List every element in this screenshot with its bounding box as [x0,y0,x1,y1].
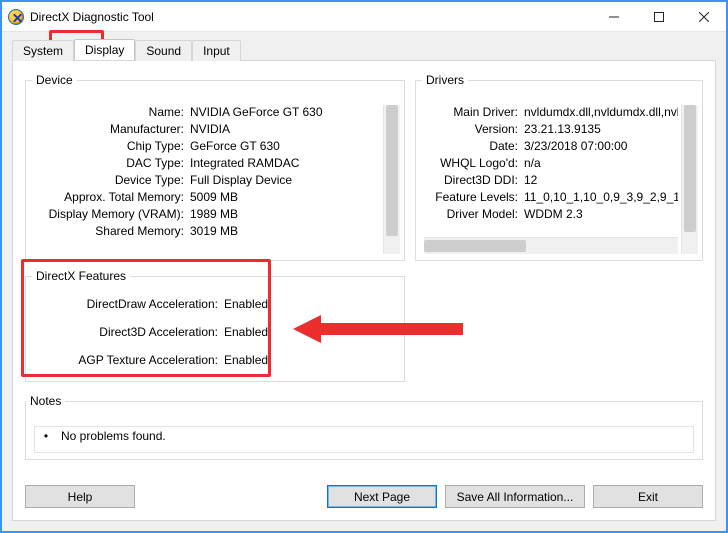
device-devicetype-label: Device Type: [34,173,184,187]
device-name-label: Name: [34,105,184,119]
drivers-version-label: Version: [424,122,518,136]
device-dactype-value: Integrated RAMDAC [190,156,380,170]
device-approxtotal-value: 5009 MB [190,190,380,204]
minimize-button[interactable] [591,2,636,31]
client-area: System Display Sound Input Device Name: … [2,32,726,531]
tab-sound[interactable]: Sound [135,40,192,61]
drivers-kvlist: Main Driver: nvldumdx.dll,nvldumdx.dll,n… [424,105,678,221]
device-dactype-label: DAC Type: [34,156,184,170]
device-manufacturer-label: Manufacturer: [34,122,184,136]
drivers-d3dddi-label: Direct3D DDI: [424,173,518,187]
device-name-value: NVIDIA GeForce GT 630 [190,105,380,119]
drivers-date-label: Date: [424,139,518,153]
device-sharedmem-value: 3019 MB [190,224,380,238]
device-legend: Device [32,73,77,87]
next-page-button[interactable]: Next Page [327,485,437,508]
drivers-group: Drivers Main Driver: nvldumdx.dll,nvldum… [415,73,703,261]
directx-features-legend: DirectX Features [32,269,130,283]
tab-system[interactable]: System [12,40,74,61]
drivers-featurelevels-label: Feature Levels: [424,190,518,204]
app-icon [8,9,24,25]
device-displayvram-label: Display Memory (VRAM): [34,207,184,221]
device-displayvram-value: 1989 MB [190,207,380,221]
drivers-drivermodel-label: Driver Model: [424,207,518,221]
maximize-button[interactable] [636,2,681,31]
device-kvlist: Name: NVIDIA GeForce GT 630 Manufacturer… [34,105,380,238]
tab-display-panel: Device Name: NVIDIA GeForce GT 630 Manuf… [12,60,716,521]
device-group: Device Name: NVIDIA GeForce GT 630 Manuf… [25,73,405,261]
drivers-featurelevels-value: 11_0,10_1,10_0,9_3,9_2,9_1 [524,190,678,204]
titlebar: DirectX Diagnostic Tool [2,2,726,32]
help-button[interactable]: Help [25,485,135,508]
notes-line1: No problems found. [61,429,166,443]
notes-legend: Notes [26,394,65,408]
device-approxtotal-label: Approx. Total Memory: [34,190,184,204]
drivers-hscrollbar[interactable] [424,237,678,254]
dx-agp-label: AGP Texture Acceleration: [36,353,218,367]
dx-agp-value: Enabled [224,353,394,367]
drivers-d3dddi-value: 12 [524,173,678,187]
button-row: Help Next Page Save All Information... E… [25,485,703,508]
notes-bullet-icon: • [41,429,51,443]
device-chiptype-value: GeForce GT 630 [190,139,380,153]
drivers-whql-value: n/a [524,156,678,170]
dx-direct3d-label: Direct3D Acceleration: [36,325,218,339]
device-chiptype-label: Chip Type: [34,139,184,153]
device-sharedmem-label: Shared Memory: [34,224,184,238]
tab-display[interactable]: Display [74,39,135,60]
window-controls [591,2,726,31]
close-button[interactable] [681,2,726,31]
device-vscrollbar[interactable] [383,105,400,254]
notes-textbox[interactable]: • No problems found. [34,426,694,453]
dx-direct3d-value: Enabled [224,325,394,339]
device-devicetype-value: Full Display Device [190,173,380,187]
drivers-main-value: nvldumdx.dll,nvldumdx.dll,nvldumdx.d [524,105,678,119]
device-manufacturer-value: NVIDIA [190,122,380,136]
drivers-legend: Drivers [422,73,468,87]
tabstrip: System Display Sound Input [12,38,716,60]
drivers-date-value: 3/23/2018 07:00:00 [524,139,678,153]
tab-input[interactable]: Input [192,40,241,61]
dx-directdraw-value: Enabled [224,297,394,311]
drivers-main-label: Main Driver: [424,105,518,119]
dx-kvlist: DirectDraw Acceleration: Enabled Direct3… [32,289,398,367]
drivers-vscrollbar[interactable] [681,105,698,254]
notes-group: Notes • No problems found. [25,394,703,460]
exit-button[interactable]: Exit [593,485,703,508]
drivers-drivermodel-value: WDDM 2.3 [524,207,678,221]
window-title: DirectX Diagnostic Tool [30,10,154,24]
save-all-button[interactable]: Save All Information... [445,485,585,508]
dx-directdraw-label: DirectDraw Acceleration: [36,297,218,311]
drivers-version-value: 23.21.13.9135 [524,122,678,136]
drivers-whql-label: WHQL Logo'd: [424,156,518,170]
directx-features-group: DirectX Features DirectDraw Acceleration… [25,269,405,382]
